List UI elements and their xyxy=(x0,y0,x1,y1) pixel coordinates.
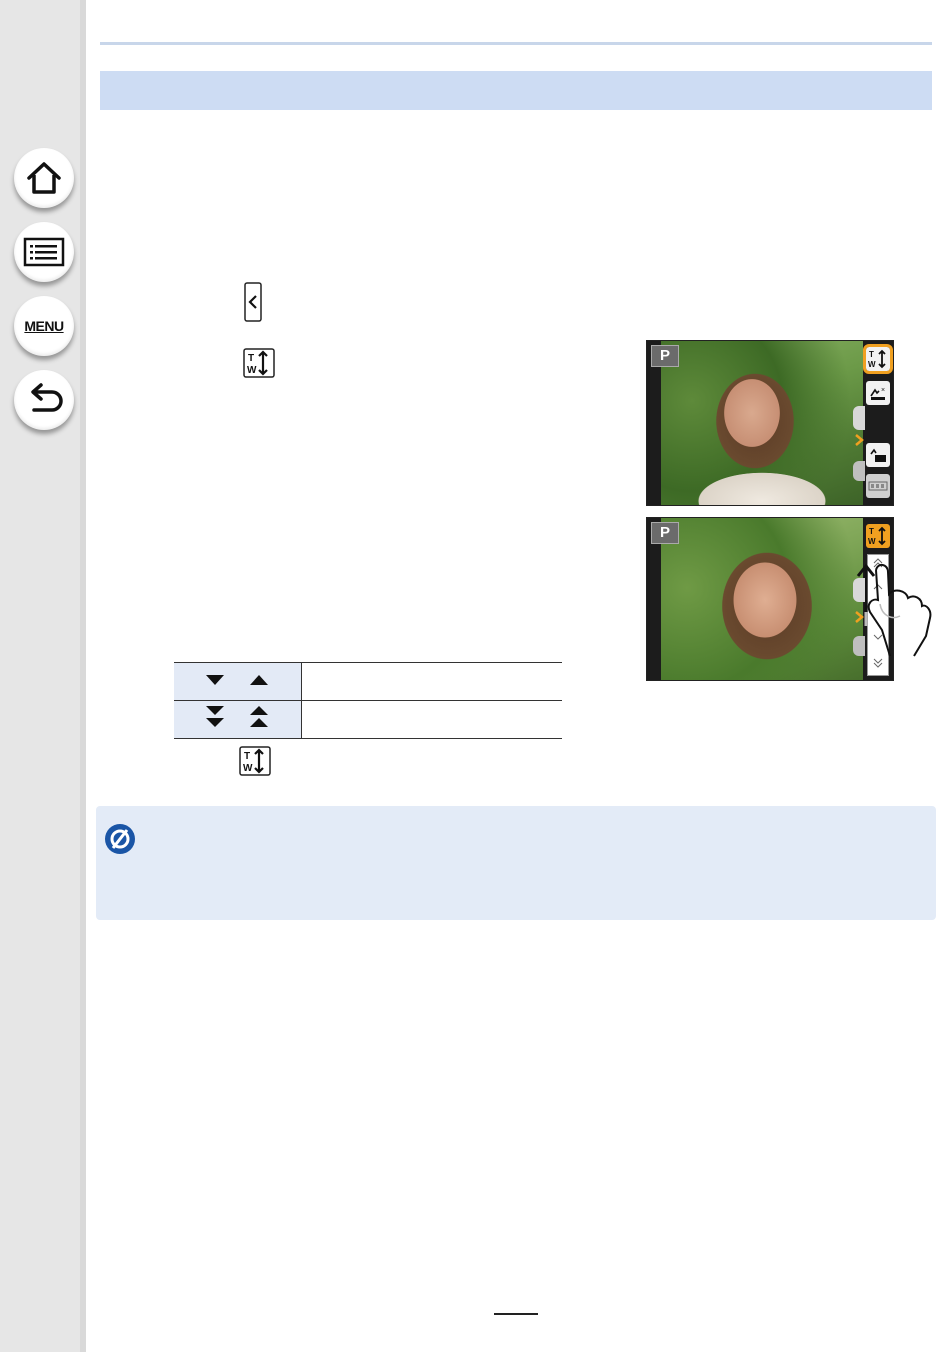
svg-text:×: × xyxy=(881,387,885,394)
tab-open-icon xyxy=(244,282,262,322)
svg-text:W: W xyxy=(247,365,257,376)
touch-zoom-icon: T W xyxy=(868,526,886,546)
contents-button[interactable] xyxy=(14,222,74,282)
sidebar-edge xyxy=(80,0,86,1352)
svg-text:W: W xyxy=(868,360,876,369)
finger-swipe-icon xyxy=(867,564,932,657)
not-available-icon xyxy=(105,824,135,854)
header-rule xyxy=(100,42,932,45)
tab-arrow-icon[interactable] xyxy=(853,433,865,447)
sidebar: MENU xyxy=(0,0,86,1352)
touch-zoom-icon: T W xyxy=(239,746,271,776)
creative-tab[interactable] xyxy=(853,406,865,430)
touch-shutter-icon: × xyxy=(870,387,885,400)
back-arrow-icon xyxy=(31,383,63,412)
back-button[interactable] xyxy=(14,370,74,430)
note-box xyxy=(96,806,936,920)
camera-screen-2: P T W xyxy=(646,517,894,681)
fn-tab[interactable] xyxy=(853,461,865,481)
list-icon xyxy=(23,237,65,267)
home-button[interactable] xyxy=(14,148,74,208)
slow-zoom-cell xyxy=(174,662,302,701)
mode-badge: P xyxy=(651,345,679,367)
menu-button[interactable]: MENU xyxy=(14,296,74,356)
svg-text:T: T xyxy=(248,353,254,364)
section-header-band xyxy=(100,71,932,110)
svg-text:W: W xyxy=(243,763,253,774)
svg-text:T: T xyxy=(869,350,874,359)
menu-icon: MENU xyxy=(24,318,64,334)
slow-zoom-arrows-icon xyxy=(205,675,268,685)
home-icon xyxy=(27,162,61,194)
table-row xyxy=(174,700,562,739)
fast-zoom-arrows-icon xyxy=(205,706,268,727)
touch-zoom-icon: T W xyxy=(243,348,275,378)
touch-zoom-button[interactable]: T W xyxy=(866,524,890,548)
touch-ae-icon xyxy=(870,448,886,462)
touch-shutter-off-button[interactable]: × xyxy=(866,381,890,405)
svg-text:W: W xyxy=(868,537,876,546)
svg-text:T: T xyxy=(244,751,250,762)
svg-text:T: T xyxy=(869,527,874,536)
table-row xyxy=(174,662,562,701)
page-number-rule xyxy=(494,1313,538,1315)
slow-zoom-description xyxy=(301,662,562,701)
camera-screen-1: P T W × xyxy=(646,340,894,506)
mode-badge: P xyxy=(651,522,679,544)
zoom-speed-table xyxy=(174,662,562,739)
fast-zoom-cell xyxy=(174,700,302,739)
touch-zoom-icon: T W xyxy=(868,349,886,369)
peaking-icon xyxy=(868,481,888,491)
peaking-button[interactable] xyxy=(866,474,890,498)
fast-zoom-description xyxy=(301,700,562,739)
touch-zoom-button[interactable]: T W xyxy=(863,344,893,374)
touch-ae-button[interactable] xyxy=(866,443,890,467)
